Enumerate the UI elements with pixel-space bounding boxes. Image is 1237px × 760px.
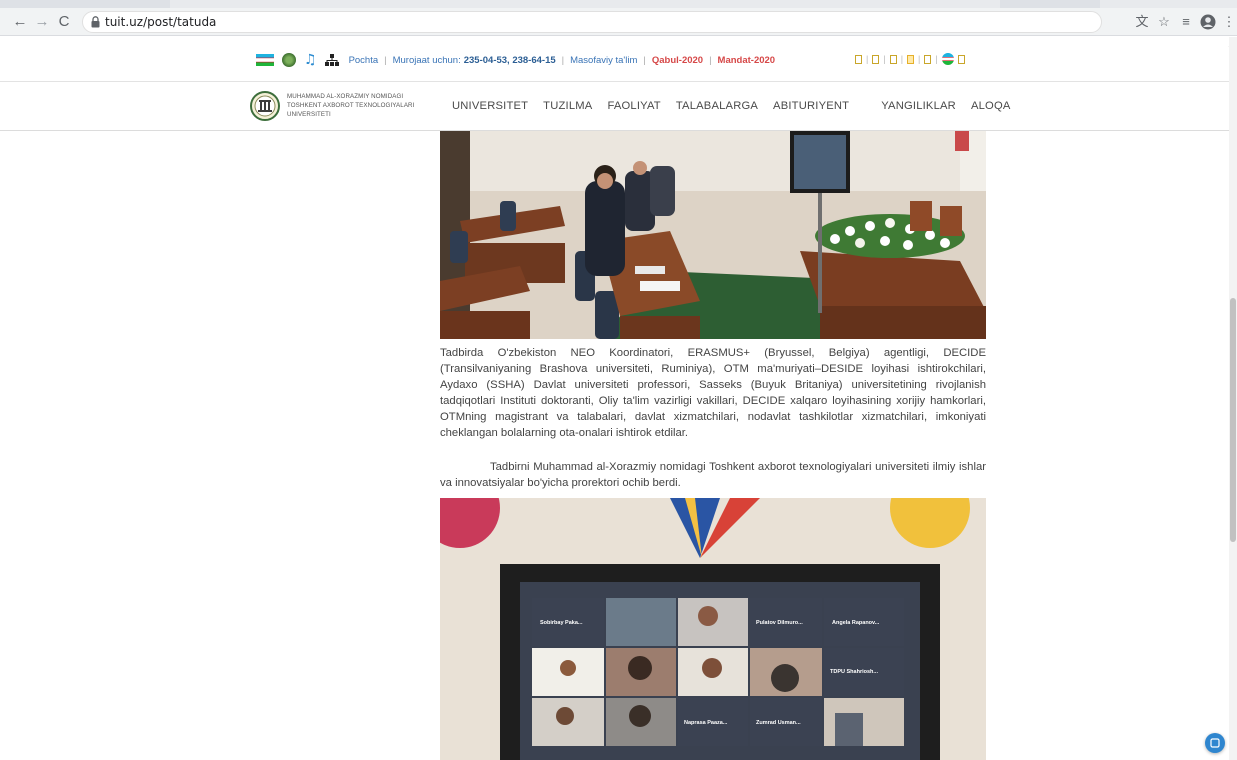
university-name[interactable]: MUHAMMAD AL-XORAZMIY NOMIDAGI TOSHKENT A… [287,92,427,119]
nav-label: YANGILIKLAR [881,100,956,112]
distance-learning-link[interactable]: Masofaviy ta'lim [570,55,637,66]
pochta-link[interactable]: Pochta [349,55,379,66]
nav-label: ABITURIYENT [773,100,850,112]
utility-bar: ♫ Pochta | Murojaat uchun: 235-04-53, 23… [0,37,1237,82]
lang-sep: | [900,54,904,64]
state-emblem-icon[interactable] [282,53,296,67]
profile-icon[interactable] [1199,14,1217,30]
tile-name-5: Naprasa Paaza... [684,720,728,726]
lang-sep: | [883,54,886,64]
tab-strip-highlight [170,0,1000,8]
star-icon[interactable]: ☆ [1155,14,1173,30]
lang-sep: | [866,54,869,64]
browser-toolbar: ← → C tuit.uz/post/tatuda 文 ☆ ≡ ⋮ [0,0,1237,36]
lang-option-icon[interactable] [907,54,915,64]
reload-icon[interactable]: C [56,14,72,30]
utility-links: ♫ Pochta | Murojaat uchun: 235-04-53, 23… [256,51,775,69]
lang-option-icon[interactable] [855,54,862,64]
videoconference-illustration: Sobirbay Paka... Pulatov Dilmuro... Ange… [440,498,986,760]
tab-strip-highlight-right [1100,0,1237,8]
url-text: tuit.uz/post/tatuda [105,15,217,29]
nav-label: ALOQA [970,100,1011,112]
nav-menu: UNIVERSITET TUZILMA FAOLIYAT TALABALARGA… [452,100,1026,112]
lang-option-icon[interactable] [889,54,897,64]
nav-label: FAOLIYAT [607,100,661,112]
university-name-line1: MUHAMMAD AL-XORAZMIY NOMIDAGI [287,93,404,100]
nav-item-talabalarga[interactable]: TALABALARGA [676,100,760,112]
uzbek-flag-round-icon[interactable] [941,53,954,65]
sitemap-icon[interactable] [324,54,339,66]
lang-option-icon[interactable] [924,54,932,64]
tile-name-4: TDPU Shahriosh... [830,669,878,675]
article-photo-meeting [440,131,986,339]
tile-name-3: Angela Rapanov... [832,620,880,626]
page-scrollbar-thumb[interactable] [1230,298,1236,542]
anthem-icon[interactable]: ♫ [304,52,317,68]
chat-button[interactable] [1205,733,1225,753]
forward-icon[interactable]: → [34,14,50,30]
nav-item-faoliyat[interactable]: FAOLIYAT [607,100,662,112]
university-name-line2: TOSHKENT AXBOROT TEXNOLOGIYALARI [287,102,415,109]
tile-name-2: Pulatov Dilmuro... [756,620,803,626]
uzbekistan-flag-icon[interactable] [256,54,274,66]
article-photo-videoconference: Sobirbay Paka... Pulatov Dilmuro... Ange… [440,498,986,760]
divider: | [561,54,565,66]
mandate-link[interactable]: Mandat-2020 [718,55,776,66]
contact-phones: 235-04-53, 238-64-15 [463,54,556,66]
language-switcher: | | | | | [855,53,965,65]
nav-item-yangiliklar[interactable]: YANGILIKLAR [881,100,958,112]
browser-window: ← → C tuit.uz/post/tatuda 文 ☆ ≡ ⋮ ♫ Poch… [0,0,1237,760]
divider: | [709,54,712,66]
divider: | [643,54,646,66]
contact-label: Murojaat uchun: [392,54,461,66]
article-paragraph-2: Tadbirni Muhammad al-Xorazmiy nomidagi T… [440,461,986,489]
nav-label: TUZILMA [543,100,593,112]
nav-item-abituriyent[interactable]: ABITURIYENT [773,100,851,112]
tile-name-6: Zumrad Usman... [756,720,801,726]
article-paragraph-1: Tadbirda O'zbekiston NEO Koordinatori, E… [440,347,986,439]
nav-label: UNIVERSITET [452,100,529,112]
back-icon[interactable]: ← [12,14,28,30]
nav-item-aloqa[interactable]: ALOQA [971,100,1013,112]
university-logo-icon[interactable] [250,91,280,121]
divider: | [384,54,387,66]
lang-option-icon[interactable] [872,54,880,64]
tab-strip [0,0,1237,8]
translate-icon[interactable]: 文 [1133,14,1151,30]
lang-option-icon[interactable] [957,54,965,64]
menu-icon[interactable]: ⋮ [1220,14,1237,30]
admission-link[interactable]: Qabul-2020 [652,55,703,66]
address-bar[interactable]: tuit.uz/post/tatuda [82,11,1102,33]
reading-list-icon[interactable]: ≡ [1177,14,1195,30]
tile-name-1: Sobirbay Paka... [540,620,583,626]
lock-icon [91,16,100,28]
chat-icon [1210,738,1220,748]
meeting-room-illustration [440,131,986,339]
main-navigation: MUHAMMAD AL-XORAZMIY NOMIDAGI TOSHKENT A… [0,83,1237,131]
nav-item-tuzilma[interactable]: TUZILMA [543,100,594,112]
lang-sep: | [935,54,938,64]
nav-item-universitet[interactable]: UNIVERSITET [452,100,530,112]
lang-sep: | [918,54,921,64]
nav-label: TALABALARGA [675,100,759,112]
university-name-line3: UNIVERSITETI [287,111,331,118]
